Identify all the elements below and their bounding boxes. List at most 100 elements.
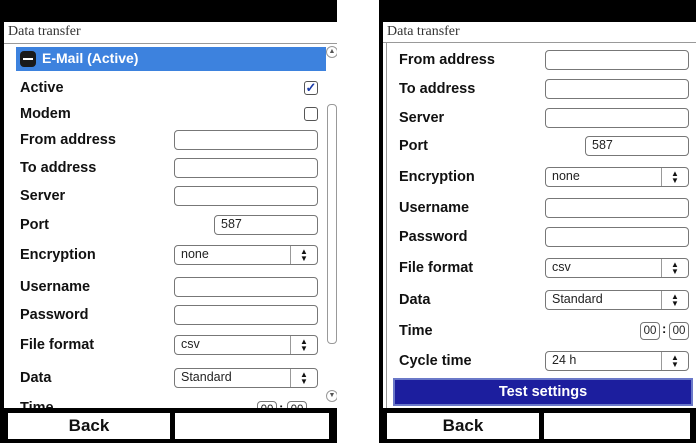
username-field[interactable] [545, 198, 689, 218]
row-label: Server [20, 188, 66, 204]
modem-checkbox[interactable] [304, 107, 318, 121]
file-format-value: csv [181, 337, 200, 351]
left-screen: Data transfer E-Mail (Active) ▲ ▼ Active… [0, 0, 337, 443]
row-label: Time [20, 400, 54, 408]
minus-icon[interactable] [20, 51, 36, 67]
row-from-address: From address [20, 126, 116, 154]
file-format-select[interactable]: csv ▲ ▼ [545, 258, 689, 278]
to-address-field[interactable] [174, 158, 318, 178]
scrollbar[interactable] [327, 104, 337, 344]
encryption-select[interactable]: none ▲ ▼ [174, 245, 318, 265]
email-section-label: E-Mail (Active) [42, 50, 139, 66]
row-data: Data [399, 286, 430, 314]
back-button[interactable]: Back [8, 413, 170, 439]
time-hours-field[interactable]: 00 [640, 322, 660, 340]
time-minutes-field[interactable]: 00 [287, 401, 307, 408]
row-cycle-time: Cycle time [399, 347, 472, 375]
row-encryption: Encryption [399, 163, 475, 191]
active-checkbox[interactable]: ✓ [304, 81, 318, 95]
data-select[interactable]: Standard ▲ ▼ [545, 290, 689, 310]
row-label: Password [20, 307, 89, 323]
row-time: Time [399, 317, 433, 345]
checkmark-icon: ✓ [305, 80, 317, 95]
divider [383, 42, 696, 43]
row-modem: Modem [20, 100, 71, 128]
encryption-select[interactable]: none ▲ ▼ [545, 167, 689, 187]
password-field[interactable] [174, 305, 318, 325]
divider [4, 43, 337, 44]
username-field[interactable] [174, 277, 318, 297]
server-field[interactable] [174, 186, 318, 206]
port-value: 587 [221, 217, 242, 231]
scroll-up-icon[interactable]: ▲ [326, 46, 337, 58]
up-down-arrow-icon: ▲ ▼ [661, 291, 688, 309]
file-format-value: csv [552, 260, 571, 274]
encryption-value: none [552, 169, 580, 183]
row-password: Password [399, 223, 468, 251]
from-address-field[interactable] [545, 50, 689, 70]
time-minutes-field[interactable]: 00 [669, 322, 689, 340]
row-label: File format [399, 260, 474, 276]
port-field[interactable]: 587 [214, 215, 318, 235]
row-label: Cycle time [399, 353, 472, 369]
row-label: To address [20, 160, 97, 176]
row-to-address: To address [399, 75, 475, 103]
row-password: Password [20, 301, 89, 329]
row-label: Username [20, 279, 91, 295]
row-label: Password [399, 229, 468, 245]
row-label: Data [399, 292, 431, 308]
data-select[interactable]: Standard ▲ ▼ [174, 368, 318, 388]
row-label: Modem [20, 106, 71, 122]
from-address-field[interactable] [174, 130, 318, 150]
softkey-right[interactable] [175, 413, 329, 439]
cycle-time-value: 24 h [552, 353, 577, 367]
right-bottom-bar: Back [379, 409, 696, 443]
row-from-address: From address [399, 46, 495, 74]
up-down-arrow-icon: ▲ ▼ [290, 369, 317, 387]
port-field[interactable]: 587 [585, 136, 689, 156]
row-label: Encryption [399, 169, 475, 185]
right-screen-title: Data transfer [387, 24, 460, 39]
back-button[interactable]: Back [387, 413, 539, 439]
row-label: Encryption [20, 247, 96, 263]
file-format-select[interactable]: csv ▲ ▼ [174, 335, 318, 355]
left-bottom-bar: Back [0, 409, 337, 443]
cycle-time-select[interactable]: 24 h ▲ ▼ [545, 351, 689, 371]
right-panel: Data transfer From address To address Se… [383, 22, 696, 408]
up-down-arrow-icon: ▲ ▼ [661, 259, 688, 277]
row-active: Active [20, 74, 64, 102]
left-screen-title: Data transfer [8, 24, 81, 39]
row-label: Port [399, 138, 428, 154]
time-separator: : [279, 400, 284, 408]
row-label: Username [399, 200, 470, 216]
row-username: Username [399, 194, 469, 222]
row-server: Server [399, 104, 444, 132]
server-field[interactable] [545, 108, 689, 128]
row-time: Time [20, 394, 54, 408]
row-label: Data [20, 370, 52, 386]
time-separator: : [662, 321, 667, 336]
row-server: Server [20, 182, 65, 210]
to-address-field[interactable] [545, 79, 689, 99]
row-label: From address [20, 132, 116, 148]
row-file-format: File format [20, 331, 94, 359]
row-to-address: To address [20, 154, 96, 182]
row-label: File format [20, 337, 95, 353]
row-port: Port [399, 132, 428, 160]
right-screen: Data transfer From address To address Se… [379, 0, 696, 443]
left-panel: Data transfer E-Mail (Active) ▲ ▼ Active… [4, 22, 337, 408]
scroll-down-icon[interactable]: ▼ [326, 390, 337, 402]
password-field[interactable] [545, 227, 689, 247]
up-down-arrow-icon: ▲ ▼ [661, 352, 688, 370]
softkey-right[interactable] [544, 413, 690, 439]
time-hours-field[interactable]: 00 [257, 401, 277, 408]
row-label: Server [399, 110, 445, 126]
test-settings-button[interactable]: Test settings [393, 378, 693, 406]
encryption-value: none [181, 247, 209, 261]
row-label: From address [399, 52, 495, 68]
up-down-arrow-icon: ▲ ▼ [661, 168, 688, 186]
email-section-header[interactable]: E-Mail (Active) [16, 47, 326, 71]
up-down-arrow-icon: ▲ ▼ [290, 246, 317, 264]
row-username: Username [20, 273, 90, 301]
port-value: 587 [592, 138, 613, 152]
